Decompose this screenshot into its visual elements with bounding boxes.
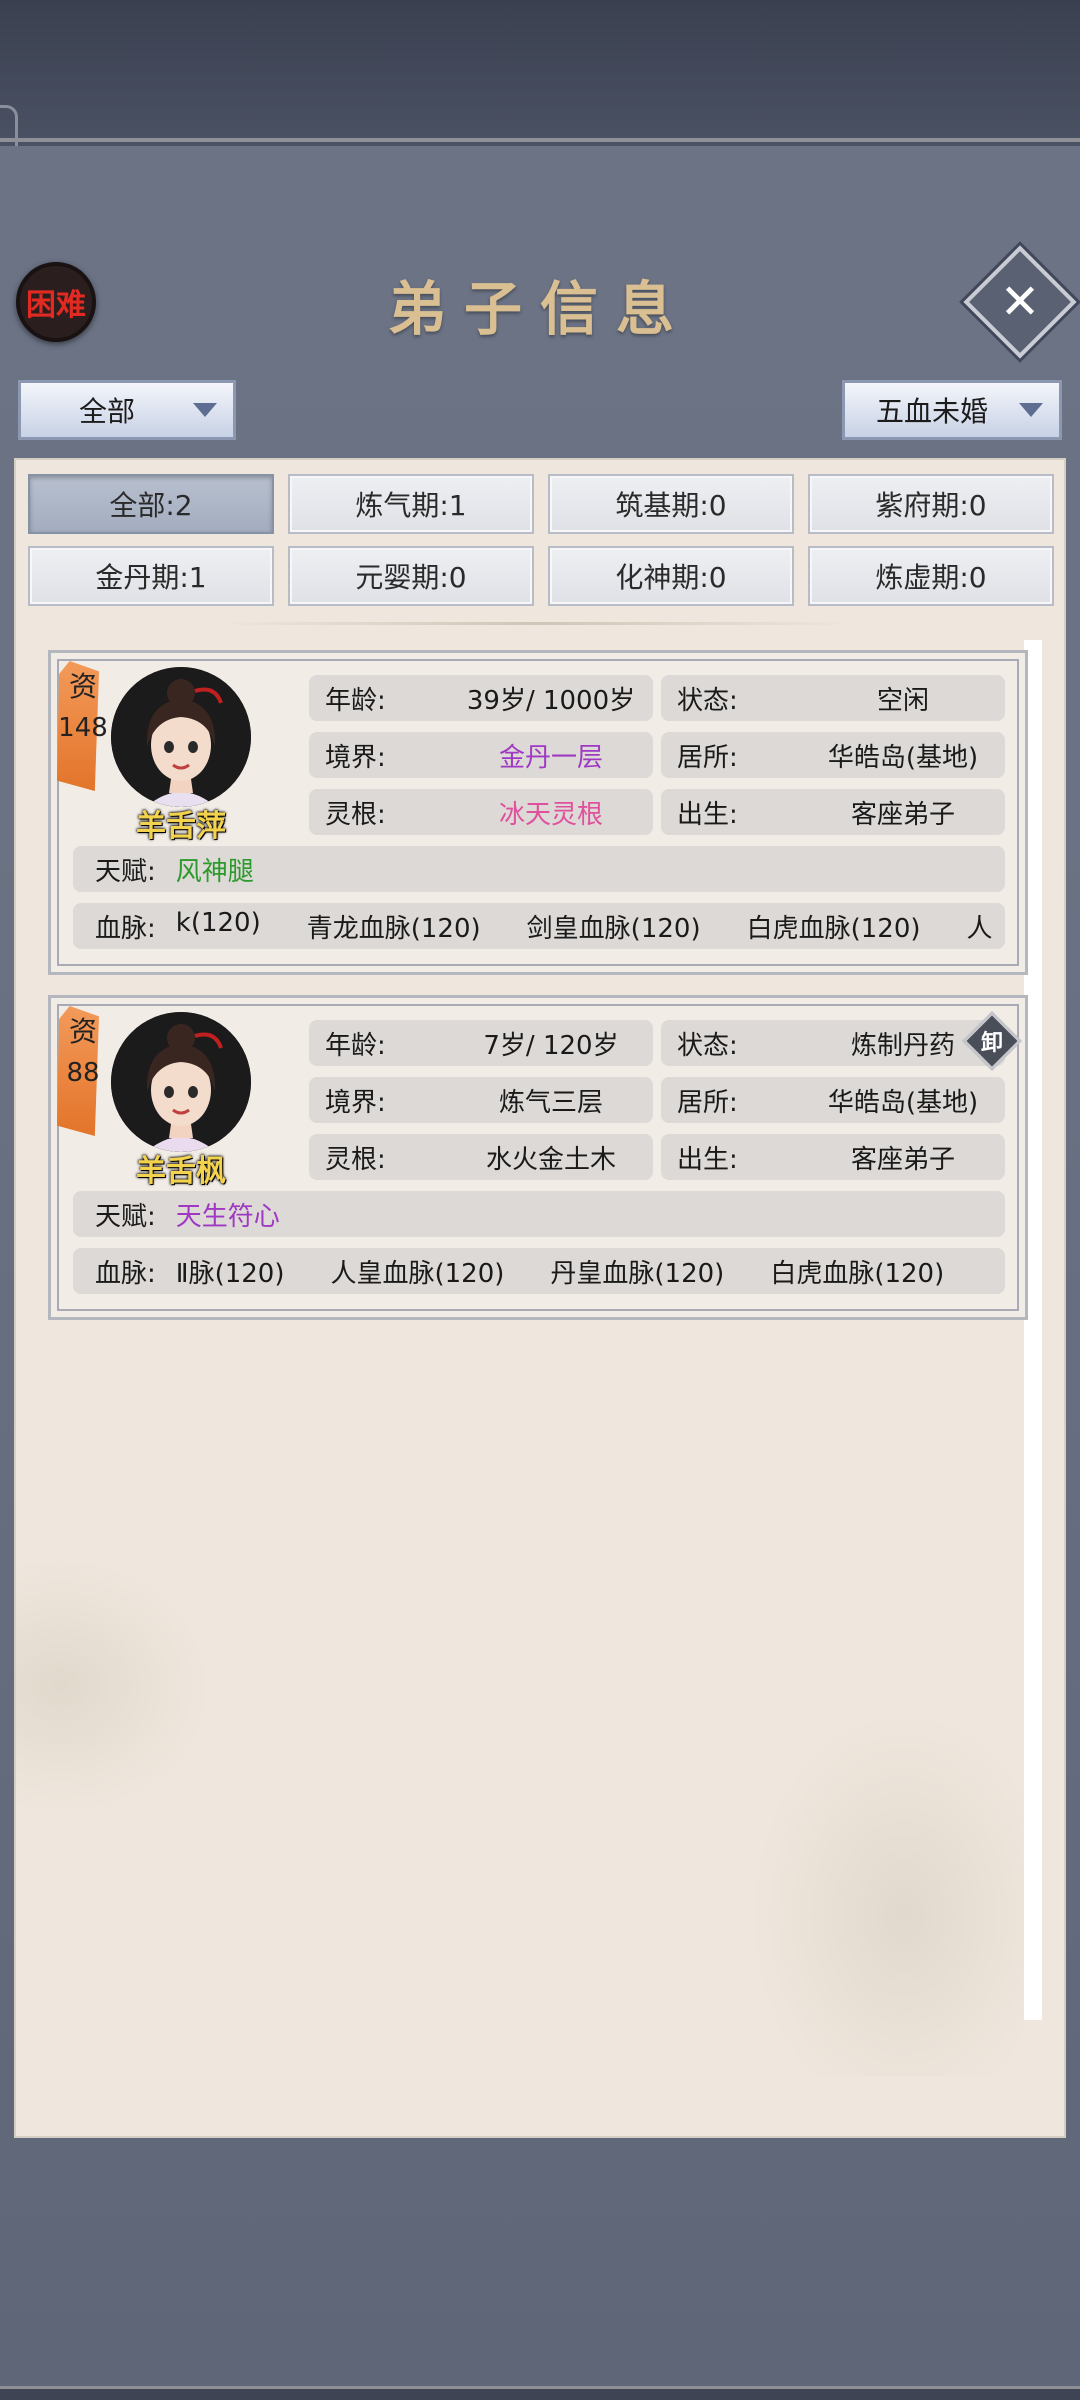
talent-field: 天赋: 天生符心 xyxy=(73,1191,1005,1237)
difficulty-badge: 困难 xyxy=(16,262,96,342)
bloodline-field[interactable]: 血脉: Ⅱ脉(120) 人皇血脉(120) 丹皇血脉(120) 白虎血脉(120… xyxy=(73,1248,1005,1294)
age-value: 7岁/ 120岁 xyxy=(483,1030,619,1061)
realm-chip-golden-core[interactable]: 金丹期:1 xyxy=(28,546,274,606)
residence-label: 居所: xyxy=(677,1087,738,1118)
bloodline-label: 血脉: xyxy=(95,1258,156,1289)
origin-label: 出生: xyxy=(677,1144,738,1175)
talent-label: 天赋: xyxy=(95,1201,156,1232)
state-value: 空闲 xyxy=(876,685,929,716)
realm-field: 境界: 金丹一层 xyxy=(309,732,653,778)
disciple-card[interactable]: 资 88 羊舌枫 年龄: 7岁/ 120岁 状态: 炼制丹药 卸 境界: 炼气三… xyxy=(48,995,1028,1320)
realm-chip-spirit-severing[interactable]: 化神期:0 xyxy=(548,546,794,606)
origin-value: 客座弟子 xyxy=(850,1144,955,1175)
bloodline-item: 人皇血脉(120) xyxy=(330,1258,505,1289)
bloodline-label: 血脉: xyxy=(95,913,156,944)
bloodline-field[interactable]: 血脉: k(120) 青龙血脉(120) 剑皇血脉(120) 白虎血脉(120)… xyxy=(73,903,1005,949)
spirit-root-value: 冰天灵根 xyxy=(498,799,603,830)
disciple-list-area: 全部:2 炼气期:1 筑基期:0 紫府期:0 金丹期:1 元婴期:0 化神期:0… xyxy=(14,458,1066,2138)
realm-chip-qi-refining[interactable]: 炼气期:1 xyxy=(288,474,534,534)
spirit-root-field: 灵根: 冰天灵根 xyxy=(309,789,653,835)
bloodline-list: Ⅱ脉(120) 人皇血脉(120) 丹皇血脉(120) 白虎血脉(120) xyxy=(176,1253,1005,1290)
age-field: 年龄: 39岁/ 1000岁 xyxy=(309,675,653,721)
realm-chip-all[interactable]: 全部:2 xyxy=(28,474,274,534)
residence-value: 华皓岛(基地) xyxy=(827,1087,979,1118)
disciple-portrait-icon xyxy=(111,1012,251,1152)
realm-filter-grid: 全部:2 炼气期:1 筑基期:0 紫府期:0 金丹期:1 元婴期:0 化神期:0… xyxy=(28,474,1064,606)
aptitude-label: 资 xyxy=(68,670,97,703)
chevron-down-icon xyxy=(193,403,217,417)
bloodline-list: k(120) 青龙血脉(120) 剑皇血脉(120) 白虎血脉(120) 人 xyxy=(176,908,1005,945)
avatar[interactable] xyxy=(111,667,251,807)
spirit-root-label: 灵根: xyxy=(325,1144,386,1175)
state-field: 状态: 空闲 xyxy=(661,675,1005,721)
residence-value: 华皓岛(基地) xyxy=(827,742,979,773)
residence-field: 居所: 华皓岛(基地) xyxy=(661,732,1005,778)
close-icon: ✕ xyxy=(999,274,1041,330)
realm-chip-void-refining[interactable]: 炼虚期:0 xyxy=(808,546,1054,606)
bloodline-item: Ⅱ脉(120) xyxy=(175,1258,285,1289)
realm-value: 炼气三层 xyxy=(498,1087,603,1118)
origin-field: 出生: 客座弟子 xyxy=(661,1134,1005,1180)
origin-value: 客座弟子 xyxy=(850,799,955,830)
avatar[interactable] xyxy=(111,1012,251,1152)
disciple-name: 羊舌枫 xyxy=(136,1154,226,1189)
category-dropdown[interactable]: 全部 xyxy=(18,380,236,440)
page-title: 弟子信息 xyxy=(387,275,692,343)
age-label: 年龄: xyxy=(325,1030,386,1061)
realm-chip-foundation[interactable]: 筑基期:0 xyxy=(548,474,794,534)
aptitude-value: 148 xyxy=(58,713,108,743)
age-label: 年龄: xyxy=(325,685,386,716)
bottom-strip xyxy=(0,2386,1080,2400)
aptitude-value: 88 xyxy=(66,1058,100,1088)
talent-value: 天生符心 xyxy=(175,1201,280,1232)
disciple-portrait-icon xyxy=(111,667,251,807)
marriage-dropdown-value: 五血未婚 xyxy=(875,395,988,428)
talent-field: 天赋: 风神腿 xyxy=(73,846,1005,892)
bloodline-item: 青龙血脉(120) xyxy=(306,913,481,944)
top-bar xyxy=(0,0,1080,265)
divider xyxy=(216,622,856,625)
age-value: 39岁/ 1000岁 xyxy=(466,685,636,716)
marriage-dropdown[interactable]: 五血未婚 xyxy=(842,380,1062,440)
talent-value: 风神腿 xyxy=(175,856,254,887)
bloodline-item: 丹皇血脉(120) xyxy=(550,1258,725,1289)
realm-chip-purple-mansion[interactable]: 紫府期:0 xyxy=(808,474,1054,534)
bloodline-item: k(120) xyxy=(175,907,261,938)
residence-field: 居所: 华皓岛(基地) xyxy=(661,1077,1005,1123)
origin-field: 出生: 客座弟子 xyxy=(661,789,1005,835)
bloodline-item: 剑皇血脉(120) xyxy=(526,913,701,944)
bloodline-item: 人 xyxy=(966,913,993,944)
spirit-root-value: 水火金土木 xyxy=(485,1144,616,1175)
unequip-label: 卸 xyxy=(980,1031,1003,1056)
bamboo-decoration xyxy=(16,1536,236,1836)
realm-field: 境界: 炼气三层 xyxy=(309,1077,653,1123)
realm-value: 金丹一层 xyxy=(498,742,603,773)
realm-label: 境界: xyxy=(325,742,386,773)
spirit-root-field: 灵根: 水火金土木 xyxy=(309,1134,653,1180)
realm-chip-nascent-soul[interactable]: 元婴期:0 xyxy=(288,546,534,606)
talent-label: 天赋: xyxy=(95,856,156,887)
state-label: 状态: xyxy=(677,685,738,716)
bloodline-item: 白虎血脉(120) xyxy=(770,1258,945,1289)
category-dropdown-value: 全部 xyxy=(78,395,135,428)
spirit-root-label: 灵根: xyxy=(325,799,386,830)
aptitude-label: 资 xyxy=(68,1015,97,1048)
state-field: 状态: 炼制丹药 xyxy=(661,1020,1005,1066)
disciple-name: 羊舌萍 xyxy=(136,809,226,844)
bloodline-item: 白虎血脉(120) xyxy=(746,913,921,944)
bamboo-decoration xyxy=(724,1676,1024,2076)
residence-label: 居所: xyxy=(677,742,738,773)
origin-label: 出生: xyxy=(677,799,738,830)
disciple-card[interactable]: 资 148 羊舌萍 年龄: 39岁/ 1000岁 状态: 空闲 境界: 金丹一层… xyxy=(48,650,1028,975)
realm-label: 境界: xyxy=(325,1087,386,1118)
age-field: 年龄: 7岁/ 120岁 xyxy=(309,1020,653,1066)
chevron-down-icon xyxy=(1019,403,1043,417)
state-label: 状态: xyxy=(677,1030,738,1061)
